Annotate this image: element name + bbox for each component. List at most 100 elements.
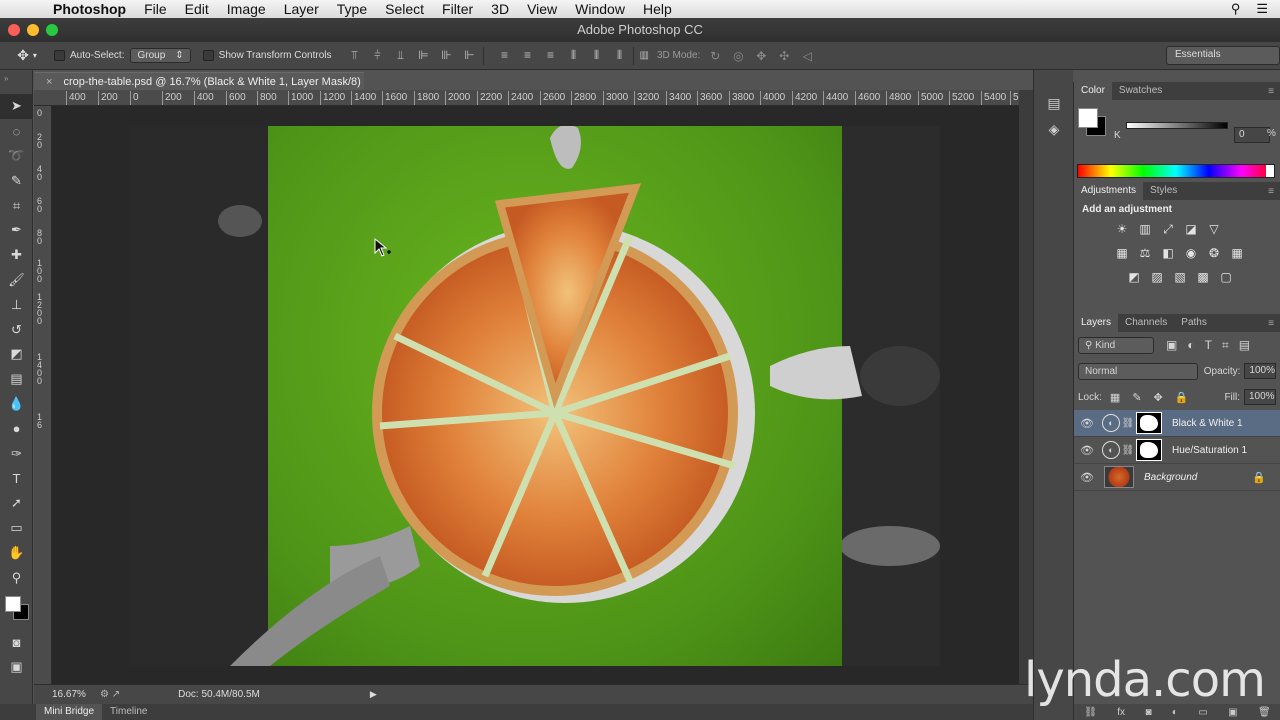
visibility-eye-icon[interactable]: 👁 (1074, 417, 1100, 430)
align-top-icon[interactable]: ⫪ (348, 48, 362, 63)
status-icons[interactable]: ⚙ ↗ (100, 689, 120, 700)
tab-paths[interactable]: Paths (1174, 314, 1214, 332)
align-vcenter-icon[interactable]: ⫩ (371, 48, 385, 63)
color-foreground-swatch[interactable] (1078, 108, 1098, 128)
distribute-vcenter-icon[interactable]: ≡ (521, 48, 535, 63)
pen-tool-icon[interactable]: ✑ (0, 441, 33, 466)
document-tab[interactable]: × crop-the-table.psd @ 16.7% (Black & Wh… (34, 72, 364, 90)
panel-menu-icon[interactable]: ≡ (1268, 86, 1280, 97)
align-hcenter-icon[interactable]: ⊪ (440, 48, 454, 63)
fill-field[interactable]: 100% (1244, 389, 1276, 405)
photo-filter-icon[interactable]: ◉ (1183, 245, 1199, 261)
vertical-scrollbar[interactable] (1019, 90, 1033, 684)
posterize-icon[interactable]: ▨ (1149, 269, 1165, 285)
quick-mask-icon[interactable]: ◙ (0, 630, 33, 655)
tab-color[interactable]: Color (1074, 82, 1112, 100)
auto-select-dropdown[interactable]: Group ⇕ (130, 48, 191, 63)
menu-layer[interactable]: Layer (275, 0, 328, 18)
color-balance-icon[interactable]: ⚖ (1137, 245, 1153, 261)
notification-list-icon[interactable]: ☰ (1256, 1, 1268, 17)
hue-saturation-icon[interactable]: ▦ (1114, 245, 1130, 261)
history-panel-icon[interactable]: ▤ (1034, 90, 1074, 116)
distribute-bottom-icon[interactable]: ≡ (544, 48, 558, 63)
layer-mask-thumbnail[interactable] (1136, 439, 1162, 461)
exposure-icon[interactable]: ◪ (1183, 221, 1199, 237)
healing-brush-tool-icon[interactable]: ✚ (0, 243, 33, 268)
zoom-window-button[interactable] (46, 24, 58, 36)
lock-all-icon[interactable]: 🔒 (1175, 391, 1189, 404)
lock-position-icon[interactable]: ✥ (1154, 391, 1163, 404)
black-white-icon[interactable]: ◧ (1160, 245, 1176, 261)
new-adjustment-icon[interactable]: ◐ (1172, 707, 1178, 718)
menu-file[interactable]: File (135, 0, 176, 18)
filter-adjustment-icon[interactable]: ◐ (1187, 338, 1194, 353)
clone-stamp-tool-icon[interactable]: ⊥ (0, 292, 33, 317)
visibility-eye-icon[interactable]: 👁 (1074, 444, 1100, 457)
tab-adjustments[interactable]: Adjustments (1074, 182, 1144, 200)
layer-kind-filter[interactable]: ⚲ Kind (1078, 336, 1154, 354)
status-menu-arrow-icon[interactable]: ▶ (370, 689, 377, 700)
link-layers-icon[interactable]: ⛓ (1084, 707, 1097, 718)
chain-link-icon[interactable]: ⛓ (1120, 445, 1136, 456)
gradient-map-icon[interactable]: ▩ (1195, 269, 1211, 285)
type-tool-icon[interactable]: T (0, 466, 33, 491)
panel-menu-icon[interactable]: ≡ (1268, 318, 1280, 329)
3d-slide-icon[interactable]: ✣ (777, 49, 791, 63)
crop-tool-icon[interactable]: ⌗ (0, 193, 33, 218)
filter-pixel-icon[interactable]: ▣ (1166, 338, 1177, 353)
distribute-right-icon[interactable]: ⦀ (613, 48, 627, 63)
threshold-icon[interactable]: ▧ (1172, 269, 1188, 285)
distribute-hcenter-icon[interactable]: ⦀ (590, 48, 604, 63)
3d-orbit-icon[interactable]: ↻ (708, 49, 722, 63)
show-transform-checkbox[interactable] (202, 50, 214, 61)
distribute-left-icon[interactable]: ⦀ (567, 48, 581, 63)
blend-mode-dropdown[interactable]: Normal (1078, 362, 1198, 380)
eraser-tool-icon[interactable]: ◩ (0, 342, 33, 367)
tab-styles[interactable]: Styles (1143, 182, 1184, 200)
properties-panel-icon[interactable]: ◈ (1034, 116, 1074, 142)
menu-photoshop[interactable]: Photoshop (44, 0, 135, 18)
tab-mini-bridge[interactable]: Mini Bridge (36, 704, 103, 720)
move-tool-icon[interactable]: ➤ (0, 94, 33, 119)
marquee-tool-icon[interactable]: ◌ (0, 119, 33, 144)
align-bottom-icon[interactable]: ⫫ (394, 48, 408, 63)
blur-tool-icon[interactable]: 💧 (0, 392, 33, 417)
rectangle-tool-icon[interactable]: ▭ (0, 516, 33, 541)
hand-tool-icon[interactable]: ✋ (0, 540, 33, 565)
close-window-button[interactable] (8, 24, 20, 36)
auto-select-checkbox[interactable] (54, 50, 65, 61)
lasso-tool-icon[interactable]: ➰ (0, 144, 33, 169)
3d-scale-icon[interactable]: ◁ (800, 49, 814, 63)
menu-image[interactable]: Image (218, 0, 275, 18)
new-layer-icon[interactable]: ▣ (1228, 707, 1237, 718)
tab-channels[interactable]: Channels (1118, 314, 1174, 332)
foreground-color-swatch[interactable] (5, 595, 21, 612)
brightness-contrast-icon[interactable]: ☀ (1114, 221, 1130, 237)
minimize-window-button[interactable] (27, 24, 39, 36)
filter-shape-icon[interactable]: ⌗ (1222, 338, 1229, 353)
menu-type[interactable]: Type (328, 0, 376, 18)
k-slider[interactable] (1126, 122, 1228, 129)
menu-3d[interactable]: 3D (482, 0, 518, 18)
align-left-icon[interactable]: ⊫ (417, 48, 431, 63)
dodge-tool-icon[interactable]: ● (0, 416, 33, 441)
menu-select[interactable]: Select (376, 0, 433, 18)
spotlight-search-icon[interactable]: ⚲ (1231, 1, 1241, 17)
tab-timeline[interactable]: Timeline (102, 704, 155, 720)
workspace-switcher[interactable]: Essentials (1166, 46, 1280, 65)
close-icon[interactable]: × (46, 76, 52, 88)
selective-color-icon[interactable]: ▢ (1218, 269, 1234, 285)
panel-collapse-icon[interactable]: » (0, 70, 32, 94)
3d-roll-icon[interactable]: ◎ (731, 49, 745, 63)
opacity-field[interactable]: 100% (1244, 363, 1276, 379)
curves-icon[interactable]: ⤢ (1160, 221, 1176, 237)
history-brush-tool-icon[interactable]: ↺ (0, 317, 33, 342)
lock-transparency-icon[interactable]: ▦ (1110, 391, 1120, 404)
align-right-icon[interactable]: ⊩ (463, 48, 477, 63)
panel-menu-icon[interactable]: ≡ (1268, 186, 1280, 197)
horizontal-ruler[interactable]: 400 200 0 200 400 600 800 1000 1200 1400… (52, 90, 1019, 106)
vertical-ruler[interactable]: 0 2 0 4 0 6 0 8 0 1 0 0 1 2 0 0 1 4 0 0 … (34, 106, 52, 684)
auto-align-icon[interactable]: ▥ (640, 50, 649, 61)
filter-smart-object-icon[interactable]: ▤ (1239, 338, 1250, 353)
path-selection-tool-icon[interactable]: ➚ (0, 491, 33, 516)
